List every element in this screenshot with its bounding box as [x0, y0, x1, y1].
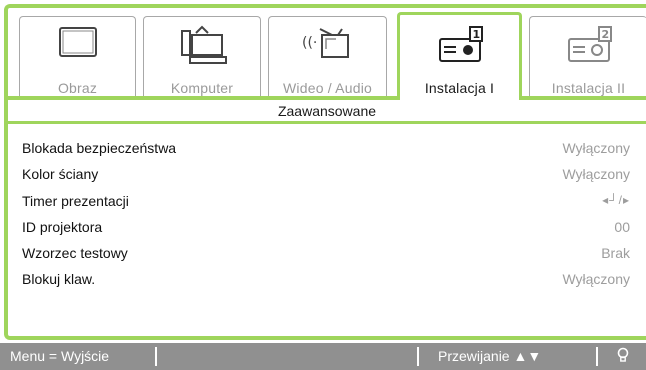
section-title: Zaawansowane [8, 100, 646, 124]
tab-label: Komputer [170, 80, 234, 96]
divider [417, 347, 419, 366]
tab-wideo-audio[interactable]: ((· Wideo / Audio [268, 16, 387, 97]
projector-setup-2-icon: 2 [567, 26, 612, 62]
tab-label: Instalacja II [551, 80, 626, 96]
svg-text:1: 1 [472, 28, 480, 41]
tab-instalacja-1[interactable]: 1 Instalacja I [397, 12, 522, 100]
lightbulb-icon [617, 343, 629, 370]
video-audio-icon: ((· [302, 28, 349, 58]
menu-row-wall-color[interactable]: Kolor ściany Wyłączony [8, 152, 646, 182]
tab-label: Instalacja I [424, 80, 495, 96]
svg-text:2: 2 [601, 28, 609, 41]
scroll-hint: Przewijanie ▲▼ [438, 348, 542, 364]
monitor-icon [58, 27, 97, 57]
menu-rows: Blokada bezpieczeństwa Wyłączony Kolor ś… [8, 126, 646, 287]
tab-komputer[interactable]: Komputer [143, 16, 261, 97]
tab-instalacja-2[interactable]: 2 Instalacja II [529, 16, 646, 97]
divider [596, 347, 598, 366]
menu-row-presentation-timer[interactable]: Timer prezentacji ◂┘/▸ [8, 179, 646, 209]
menu-row-security-lock[interactable]: Blokada bezpieczeństwa Wyłączony [8, 126, 646, 156]
tab-baseline [8, 96, 646, 100]
menu-row-test-pattern[interactable]: Wzorzec testowy Brak [8, 231, 646, 261]
projector-setup-icon: 1 [438, 26, 483, 62]
tab-label: Wideo / Audio [283, 80, 372, 96]
menu-exit-hint: Menu = Wyjście [10, 348, 110, 364]
divider [155, 347, 157, 366]
menu-row-key-lock[interactable]: Blokuj klaw. Wyłączony [8, 257, 646, 287]
svg-text:((·: ((· [302, 35, 317, 51]
menu-row-projector-id[interactable]: ID projektora 00 [8, 205, 646, 235]
row-label: Blokuj klaw. [22, 271, 96, 288]
footer-bar: Menu = Wyjście Przewijanie ▲▼ [0, 343, 646, 370]
computer-icon [181, 25, 227, 64]
tab-label: Obraz [57, 80, 98, 96]
row-value[interactable]: Wyłączony [562, 271, 630, 287]
tab-obraz[interactable]: Obraz [19, 16, 136, 97]
